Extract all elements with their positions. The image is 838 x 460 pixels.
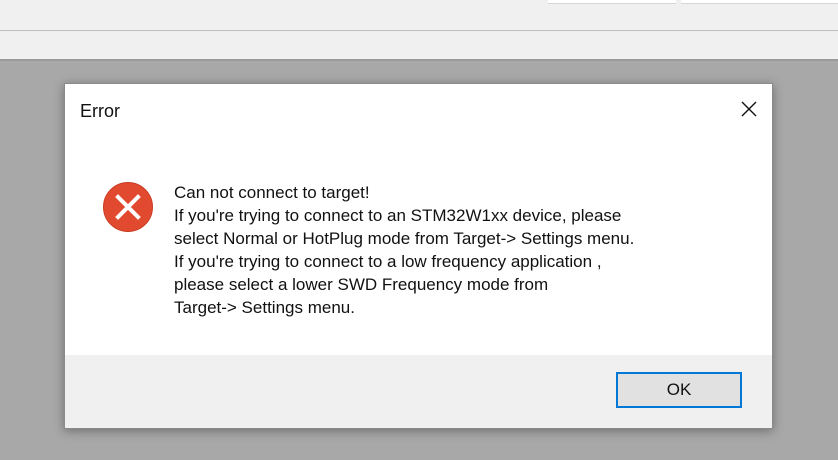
message-line: select Normal or HotPlug mode from Targe… (174, 229, 635, 248)
message-line: If you're trying to connect to a low fre… (174, 252, 602, 271)
error-dialog: Error Can not connect to target! If you'… (64, 83, 773, 429)
close-button[interactable] (734, 94, 764, 124)
close-icon (741, 101, 757, 117)
dialog-button-bar: OK (65, 355, 772, 428)
message-line: Can not connect to target! (174, 183, 370, 202)
top-toolbar (0, 0, 838, 31)
error-message: Can not connect to target! If you're try… (174, 181, 754, 319)
error-icon (103, 182, 153, 232)
top-field-left[interactable] (548, 0, 676, 4)
dialog-title: Error (80, 101, 120, 121)
ok-button[interactable]: OK (616, 372, 742, 408)
top-field-right[interactable] (681, 0, 838, 4)
message-line: If you're trying to connect to an STM32W… (174, 206, 622, 225)
message-line: please select a lower SWD Frequency mode… (174, 275, 549, 294)
secondary-toolbar (0, 31, 838, 61)
message-line: Target-> Settings menu. (174, 298, 355, 317)
